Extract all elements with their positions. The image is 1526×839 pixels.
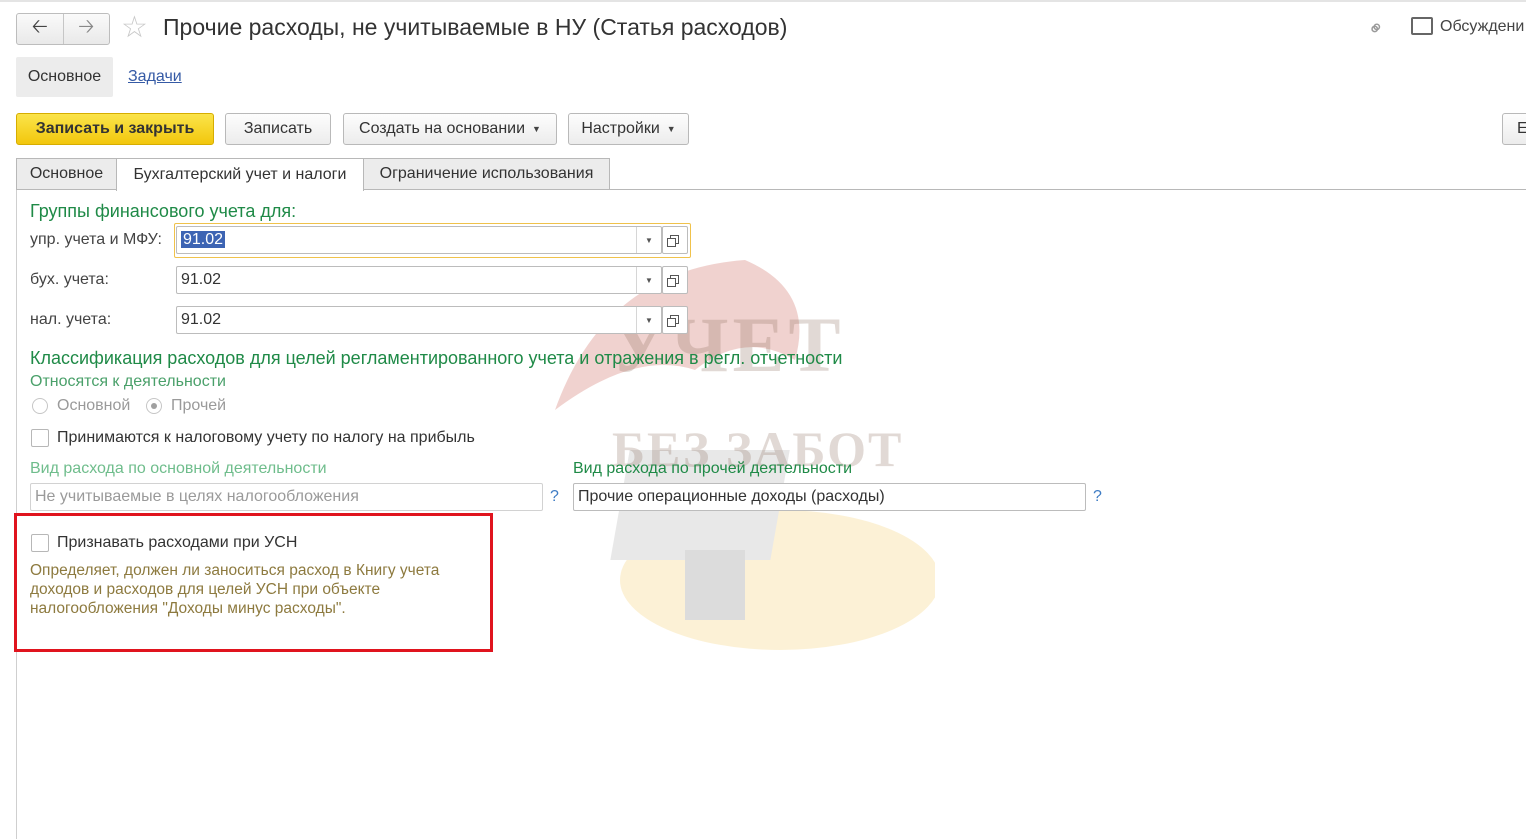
main-expense-label: Вид расхода по основной деятельности [30, 460, 327, 477]
tab-usage-restriction[interactable]: Ограничение использования [363, 158, 610, 189]
save-and-close-button[interactable]: Записать и закрыть [16, 113, 214, 145]
back-arrow-icon[interactable]: 🡠 [17, 14, 63, 44]
create-based-on-button[interactable]: Создать на основании ▼ [343, 113, 557, 145]
radio-main-activity[interactable] [32, 398, 48, 414]
discussion-icon[interactable] [1411, 17, 1433, 35]
settings-label: Настройки [581, 120, 660, 137]
favorite-star-icon[interactable]: ☆ [121, 13, 148, 43]
classification-heading: Классификация расходов для целей регламе… [30, 348, 843, 368]
help-icon[interactable]: ? [550, 488, 559, 506]
help-icon[interactable]: ? [1093, 488, 1102, 506]
main-expense-value: Не учитываемые в целях налогообложения [35, 488, 359, 505]
open-mgmt-account-button[interactable] [662, 226, 688, 254]
discuss-button[interactable]: Обсуждени [1440, 18, 1524, 36]
radio-selected-dot [151, 403, 157, 409]
other-expense-label: Вид расхода по прочей деятельности [573, 460, 853, 477]
link-icon[interactable]: ⚭ [1362, 14, 1392, 44]
radio-main-label: Основной [57, 397, 131, 414]
save-button[interactable]: Записать [225, 113, 331, 145]
acc-account-field[interactable]: 91.02 ▼ [176, 266, 662, 294]
open-acc-account-button[interactable] [662, 266, 688, 294]
open-icon-part [667, 318, 676, 327]
open-icon-part [667, 238, 676, 247]
settings-button[interactable]: Настройки ▼ [568, 113, 689, 145]
chevron-down-icon[interactable]: ▼ [636, 307, 661, 333]
activity-label: Относятся к деятельности [30, 373, 226, 390]
acc-account-value: 91.02 [181, 271, 222, 288]
chevron-down-icon[interactable]: ▼ [636, 227, 661, 253]
tab-main[interactable]: Основное [16, 158, 117, 189]
profit-tax-label: Принимаются к налоговому учету по налогу… [57, 429, 475, 446]
tax-account-value: 91.02 [181, 311, 222, 328]
mgmt-account-field[interactable]: 91.02 ▼ [176, 226, 662, 254]
open-icon-part [667, 278, 676, 287]
open-tax-account-button[interactable] [662, 306, 688, 334]
other-expense-value: Прочие операционные доходы (расходы) [578, 488, 885, 505]
groups-heading: Группы финансового учета для: [30, 201, 297, 221]
more-button[interactable]: Е [1502, 113, 1526, 145]
nav-tab-main[interactable]: Основное [16, 57, 113, 97]
nav-tab-tasks[interactable]: Задачи [128, 68, 182, 86]
profit-tax-checkbox[interactable] [31, 429, 49, 447]
other-expense-field[interactable]: Прочие операционные доходы (расходы) [573, 483, 1086, 511]
radio-other-activity[interactable] [146, 398, 162, 414]
chevron-down-icon: ▼ [532, 124, 541, 134]
usn-description: Определяет, должен ли заноситься расход … [30, 562, 440, 617]
usn-expense-label: Признавать расходами при УСН [57, 534, 298, 551]
main-expense-field[interactable]: Не учитываемые в целях налогообложения [30, 483, 543, 511]
tax-account-field[interactable]: 91.02 ▼ [176, 306, 662, 334]
window-title: Прочие расходы, не учитываемые в НУ (Ста… [163, 14, 788, 40]
acc-account-label: бух. учета: [30, 271, 109, 288]
window-top-border [0, 0, 1526, 2]
create-based-on-label: Создать на основании [359, 120, 526, 137]
forward-arrow-icon[interactable]: 🡢 [62, 14, 110, 44]
radio-other-label: Прочей [171, 397, 227, 414]
history-nav: 🡠 🡢 [16, 13, 110, 45]
chevron-down-icon[interactable]: ▼ [636, 267, 661, 293]
usn-expense-checkbox[interactable] [31, 534, 49, 552]
mgmt-account-value: 91.02 [181, 231, 226, 248]
tax-account-label: нал. учета: [30, 311, 112, 328]
mgmt-account-label: упр. учета и МФУ: [30, 231, 162, 248]
tab-accounting-taxes[interactable]: Бухгалтерский учет и налоги [116, 158, 364, 191]
chevron-down-icon: ▼ [666, 124, 676, 134]
